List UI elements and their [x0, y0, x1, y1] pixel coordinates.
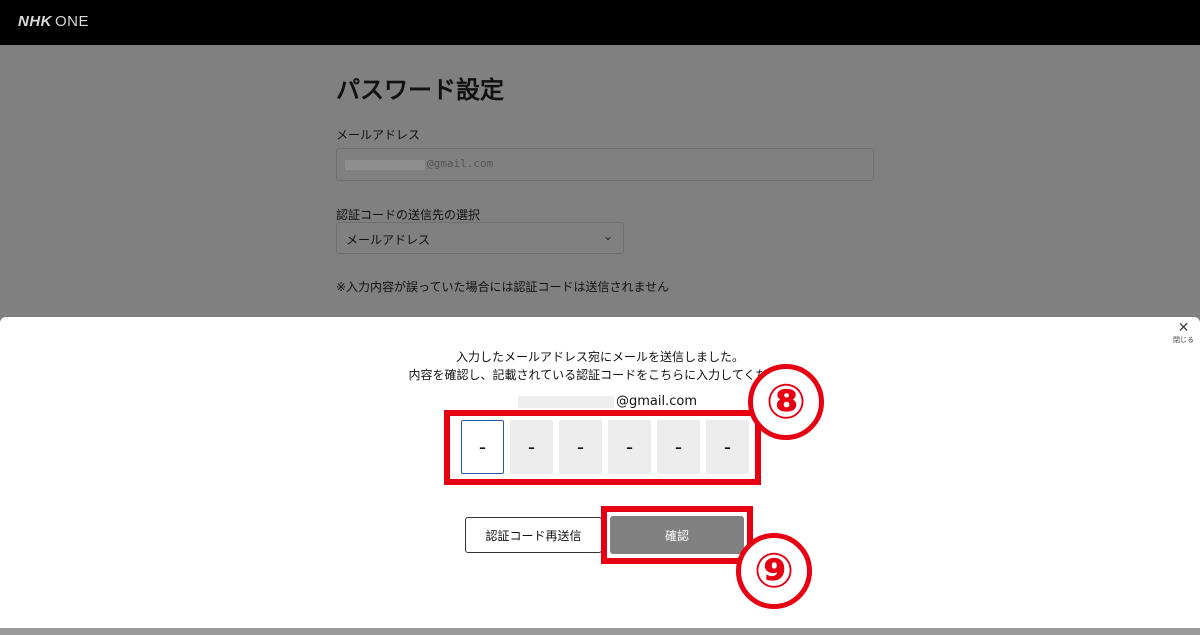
blurred-sent-email [518, 396, 614, 408]
bottom-strip [0, 628, 1200, 635]
close-button[interactable]: ✕ 閉じる [1173, 321, 1194, 345]
modal-message-line2: 内容を確認し、記載されている認証コードをこちらに入力してください [408, 368, 792, 382]
close-label: 閉じる [1173, 336, 1194, 344]
highlight-box-code-inputs [444, 410, 761, 485]
email-domain: @gmail.com [427, 157, 494, 170]
logo-bold: NHK [18, 13, 52, 30]
send-target-value: メールアドレス [346, 233, 431, 247]
page-title: パスワード設定 [336, 76, 504, 104]
step-9-marker: ⑨ [736, 533, 812, 609]
send-target-select[interactable]: メールアドレス ⌄ [336, 222, 624, 254]
highlight-box-confirm [601, 506, 753, 564]
resend-code-button[interactable]: 認証コード再送信 [465, 517, 602, 553]
nhk-one-logo[interactable]: NHK ONE [18, 13, 89, 30]
send-target-label: 認証コードの送信先の選択 [336, 208, 481, 222]
email-field[interactable]: @gmail.com [336, 148, 874, 181]
sent-email-domain: @gmail.com [616, 394, 698, 409]
top-bar: NHK ONE [0, 0, 1200, 45]
step-8-marker: ⑧ [748, 364, 824, 440]
warning-note: ※入力内容が誤っていた場合には認証コードは送信されません [336, 280, 670, 294]
email-label: メールアドレス [336, 128, 421, 142]
logo-text: ONE [55, 13, 90, 30]
blurred-email-local-part [345, 160, 425, 170]
chevron-down-icon: ⌄ [602, 229, 613, 243]
modal-message-line1: 入力したメールアドレス宛にメールを送信しました。 [455, 350, 744, 364]
close-icon: ✕ [1177, 320, 1190, 336]
